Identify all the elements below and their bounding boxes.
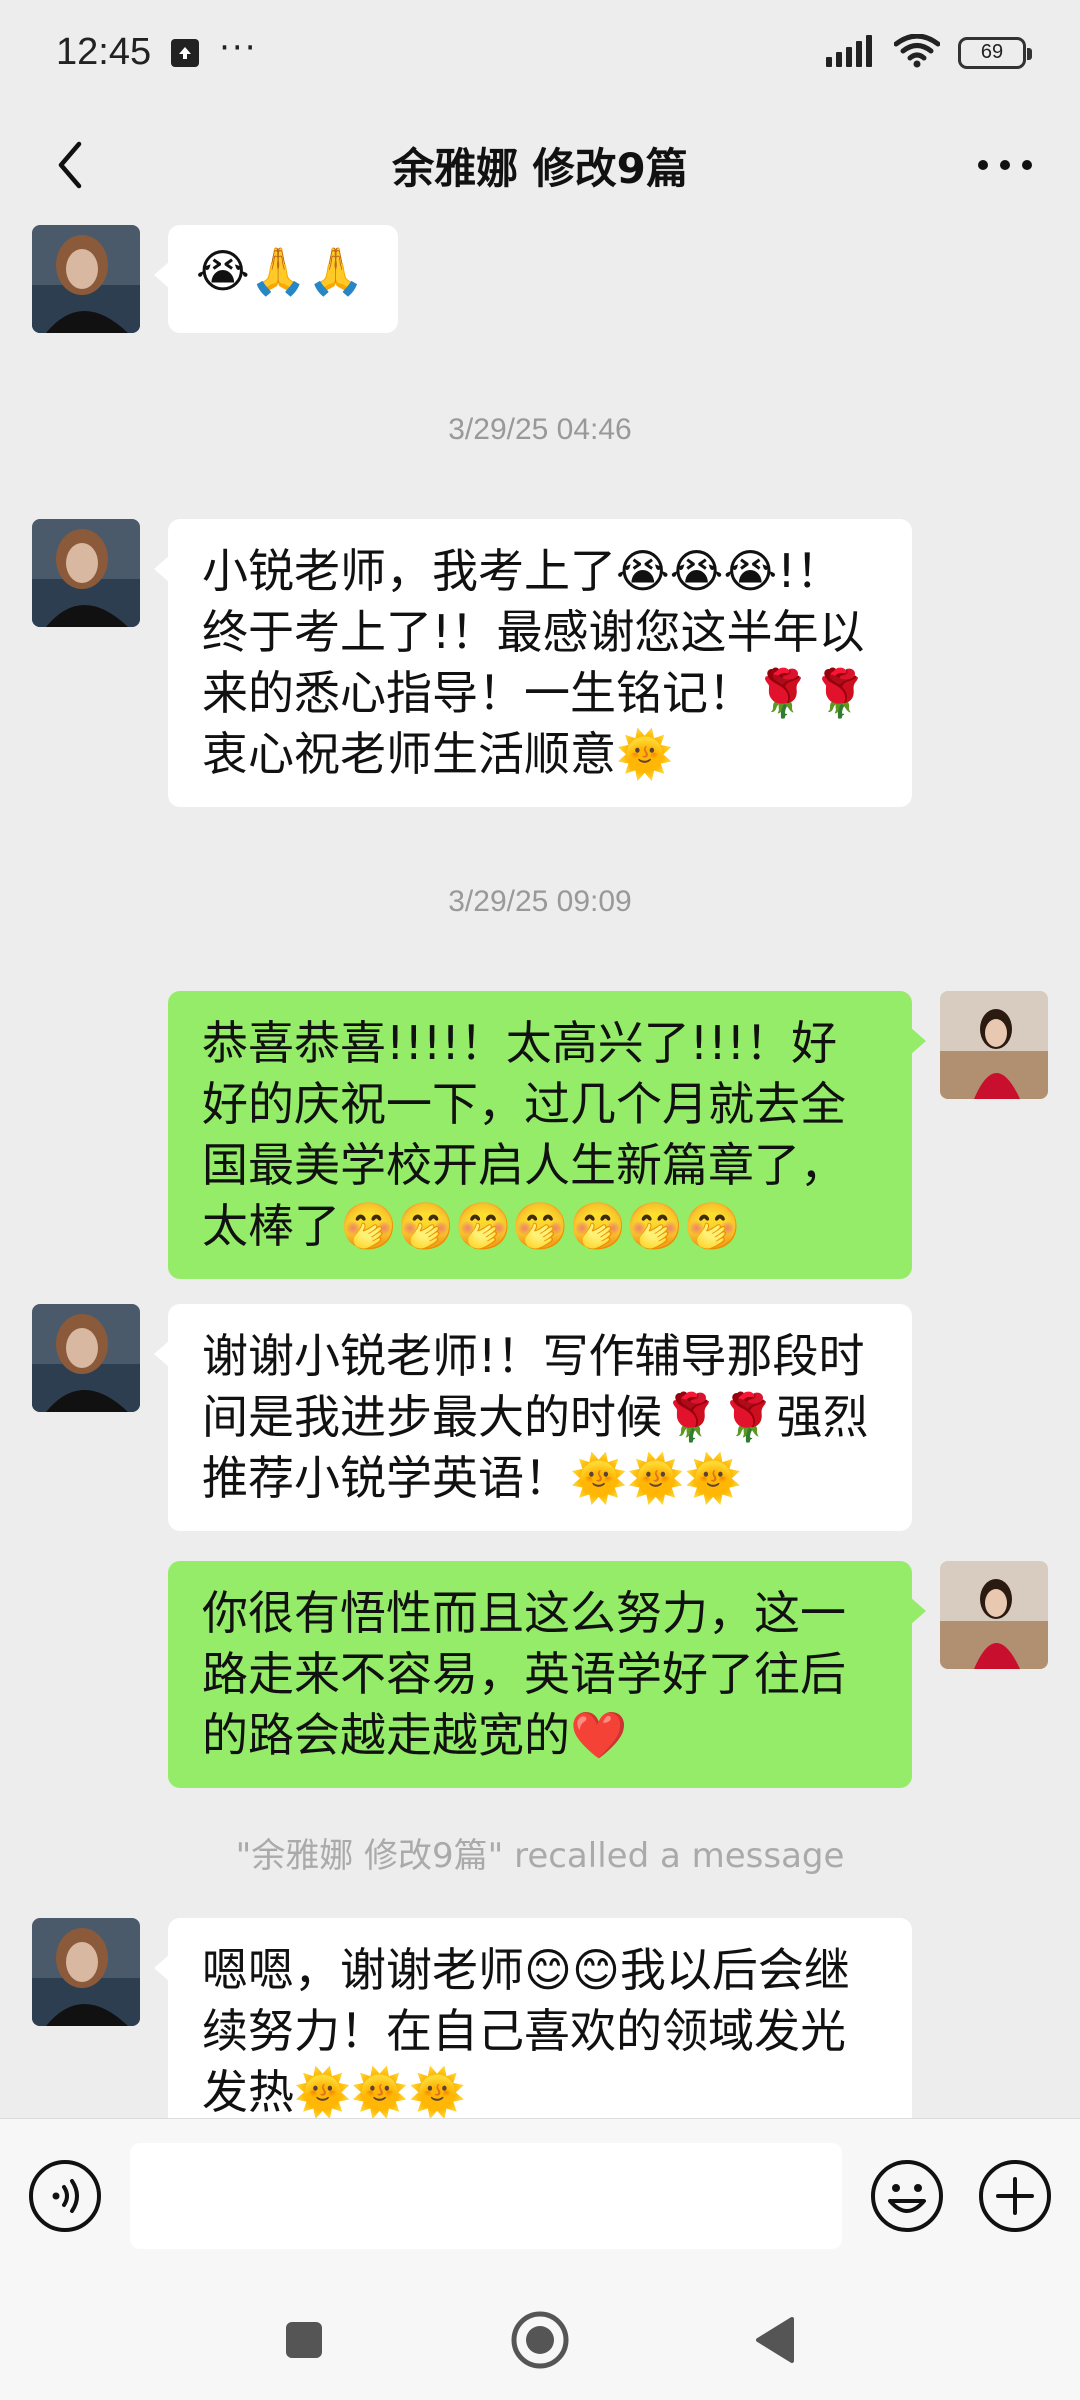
message-bubble[interactable]: 小锐老师，我考上了😭😭😭!！终于考上了!！最感谢您这半年以来的悉心指导！一生铭记…	[154, 519, 912, 807]
wifi-icon	[893, 33, 941, 72]
message-text: 😭🙏🙏	[196, 244, 365, 298]
message-bubble[interactable]: 谢谢小锐老师!！写作辅导那段时间是我进步最大的时候🌹🌹强烈推荐小锐学英语！🌞🌞🌞	[154, 1304, 912, 1531]
plus-icon[interactable]	[978, 2159, 1052, 2233]
timestamp: 3/29/25 04:46	[448, 413, 632, 446]
recents-square-icon[interactable]	[272, 2308, 336, 2372]
message-text: 小锐老师，我考上了😭😭😭!！终于考上了!！最感谢您这半年以来的悉心指导！一生铭记…	[202, 544, 869, 781]
chevron-left-icon[interactable]	[40, 135, 100, 195]
message-bubble[interactable]: 嗯嗯，谢谢老师😊😊我以后会继续努力！在自己喜欢的领域发光发热🌞🌞🌞	[154, 1918, 912, 2118]
message-text: 你很有悟性而且这么努力，这一路走来不容易，英语学好了往后的路会越走越宽的❤️	[202, 1586, 846, 1762]
my-avatar[interactable]	[940, 991, 1048, 1099]
status-right: 69	[826, 33, 1032, 72]
home-circle-icon[interactable]	[508, 2308, 572, 2372]
back-triangle-icon[interactable]	[742, 2308, 806, 2372]
voice-icon[interactable]	[28, 2159, 102, 2233]
avatar[interactable]	[32, 519, 140, 627]
system-nav-bar	[0, 2278, 1080, 2400]
title-bar: 余雅娜 修改9篇	[0, 105, 1080, 225]
message-bubble[interactable]: 😭🙏🙏	[154, 225, 398, 333]
my-avatar[interactable]	[940, 1561, 1048, 1669]
timestamp: 3/29/25 09:09	[448, 885, 632, 918]
signal-icon	[826, 34, 876, 71]
input-bar	[0, 2118, 1080, 2278]
avatar[interactable]	[32, 1304, 140, 1412]
message-text: 恭喜恭喜!!!!！太高兴了!!!！好好的庆祝一下，过几个月就去全国最美学校开启人…	[202, 1016, 846, 1253]
message-input[interactable]	[130, 2143, 842, 2249]
more-dots-icon[interactable]	[970, 135, 1040, 195]
message-text: 嗯嗯，谢谢老师😊😊我以后会继续努力！在自己喜欢的领域发光发热🌞🌞🌞	[202, 1943, 850, 2118]
avatar[interactable]	[32, 225, 140, 333]
chat-title: 余雅娜 修改9篇	[392, 143, 688, 193]
status-bar: 12:45 ··· 69	[0, 0, 1080, 105]
avatar[interactable]	[32, 1918, 140, 2026]
battery-level: 69	[980, 41, 1004, 63]
battery-icon: 69	[958, 36, 1032, 69]
message-bubble[interactable]: 你很有悟性而且这么努力，这一路走来不容易，英语学好了往后的路会越走越宽的❤️	[168, 1561, 926, 1788]
status-time: 12:45	[56, 31, 152, 73]
upload-icon	[171, 38, 200, 67]
status-left: 12:45 ···	[56, 27, 258, 74]
chat-area[interactable]: 😭🙏🙏 3/29/25 04:46 小锐老师，我考上了😭😭😭!！终于考上了!！最…	[0, 225, 1080, 2118]
message-bubble[interactable]: 恭喜恭喜!!!!！太高兴了!!!！好好的庆祝一下，过几个月就去全国最美学校开启人…	[168, 991, 926, 1279]
recall-notice: "余雅娜 修改9篇" recalled a message	[235, 1836, 845, 1876]
status-more-dots: ···	[219, 27, 258, 68]
emoji-icon[interactable]	[870, 2159, 944, 2233]
message-text: 谢谢小锐老师!！写作辅导那段时间是我进步最大的时候🌹🌹强烈推荐小锐学英语！🌞🌞🌞	[202, 1329, 869, 1505]
